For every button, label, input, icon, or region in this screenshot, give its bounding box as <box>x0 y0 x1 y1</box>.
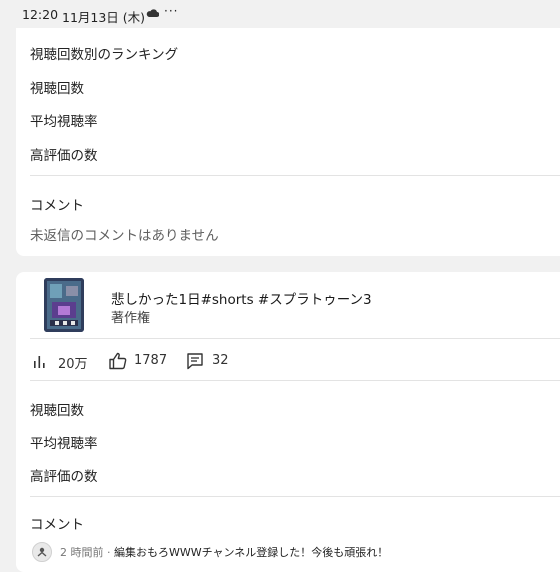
views-row[interactable]: 視聴回数 <box>30 399 84 419</box>
views-stat[interactable]: 20万 <box>32 352 92 372</box>
views-ranking-row[interactable]: 視聴回数別のランキング <box>30 43 178 63</box>
commenter-avatar[interactable] <box>32 542 52 562</box>
comment-icon <box>187 353 203 370</box>
likes-count-row[interactable]: 高評価の数 <box>30 465 98 485</box>
status-date: 11月13日 (木) <box>62 10 146 25</box>
avatar-icon <box>37 547 47 557</box>
comments-header[interactable]: コメント <box>30 513 84 533</box>
no-unreplied-comments-text: 未返信のコメントはありません <box>30 228 219 244</box>
latest-comment[interactable]: 2 時間前 · 編集おもろWWWチャンネル登録した！今後も頑張れ！ <box>60 544 388 560</box>
views-row[interactable]: 視聴回数 <box>30 77 84 97</box>
avg-view-rate-row[interactable]: 平均視聴率 <box>30 110 98 130</box>
comment-text: 編集おもろWWWチャンネル登録した！今後も頑張れ！ <box>114 546 389 559</box>
video-thumbnail[interactable] <box>44 278 84 332</box>
more-notifications-icon: ··· <box>164 4 179 18</box>
likes-count-row[interactable]: 高評価の数 <box>30 144 98 164</box>
divider <box>30 175 560 176</box>
thumbs-up-icon <box>109 352 127 370</box>
status-bar: 12:20 11月13日 (木) ··· <box>0 0 560 28</box>
cloud-icon <box>146 9 159 17</box>
status-time: 12:20 <box>22 7 59 22</box>
video-card: 悲しかった1日#shorts #スプラトゥーン3 著作権 20万 1787 32… <box>16 272 560 572</box>
comment-meta: 2 時間前 · <box>60 546 114 559</box>
likes-count: 1787 <box>134 353 168 368</box>
divider <box>30 380 560 381</box>
views-count: 20万 <box>58 357 88 372</box>
copyright-label: 著作権 <box>111 311 151 326</box>
analytics-card: 視聴回数別のランキング 視聴回数 平均視聴率 高評価の数 コメント 未返信のコメ… <box>16 28 560 256</box>
comments-count: 32 <box>212 353 229 368</box>
comments-header[interactable]: コメント <box>30 194 84 214</box>
divider <box>30 338 560 339</box>
bar-chart-icon <box>34 356 45 368</box>
divider <box>30 496 560 497</box>
likes-stat[interactable]: 1787 <box>108 352 168 370</box>
avg-view-rate-row[interactable]: 平均視聴率 <box>30 432 98 452</box>
thumbnail-image <box>44 278 84 332</box>
comments-stat[interactable]: 32 <box>186 352 246 370</box>
video-title[interactable]: 悲しかった1日#shorts #スプラトゥーン3 <box>111 288 372 308</box>
